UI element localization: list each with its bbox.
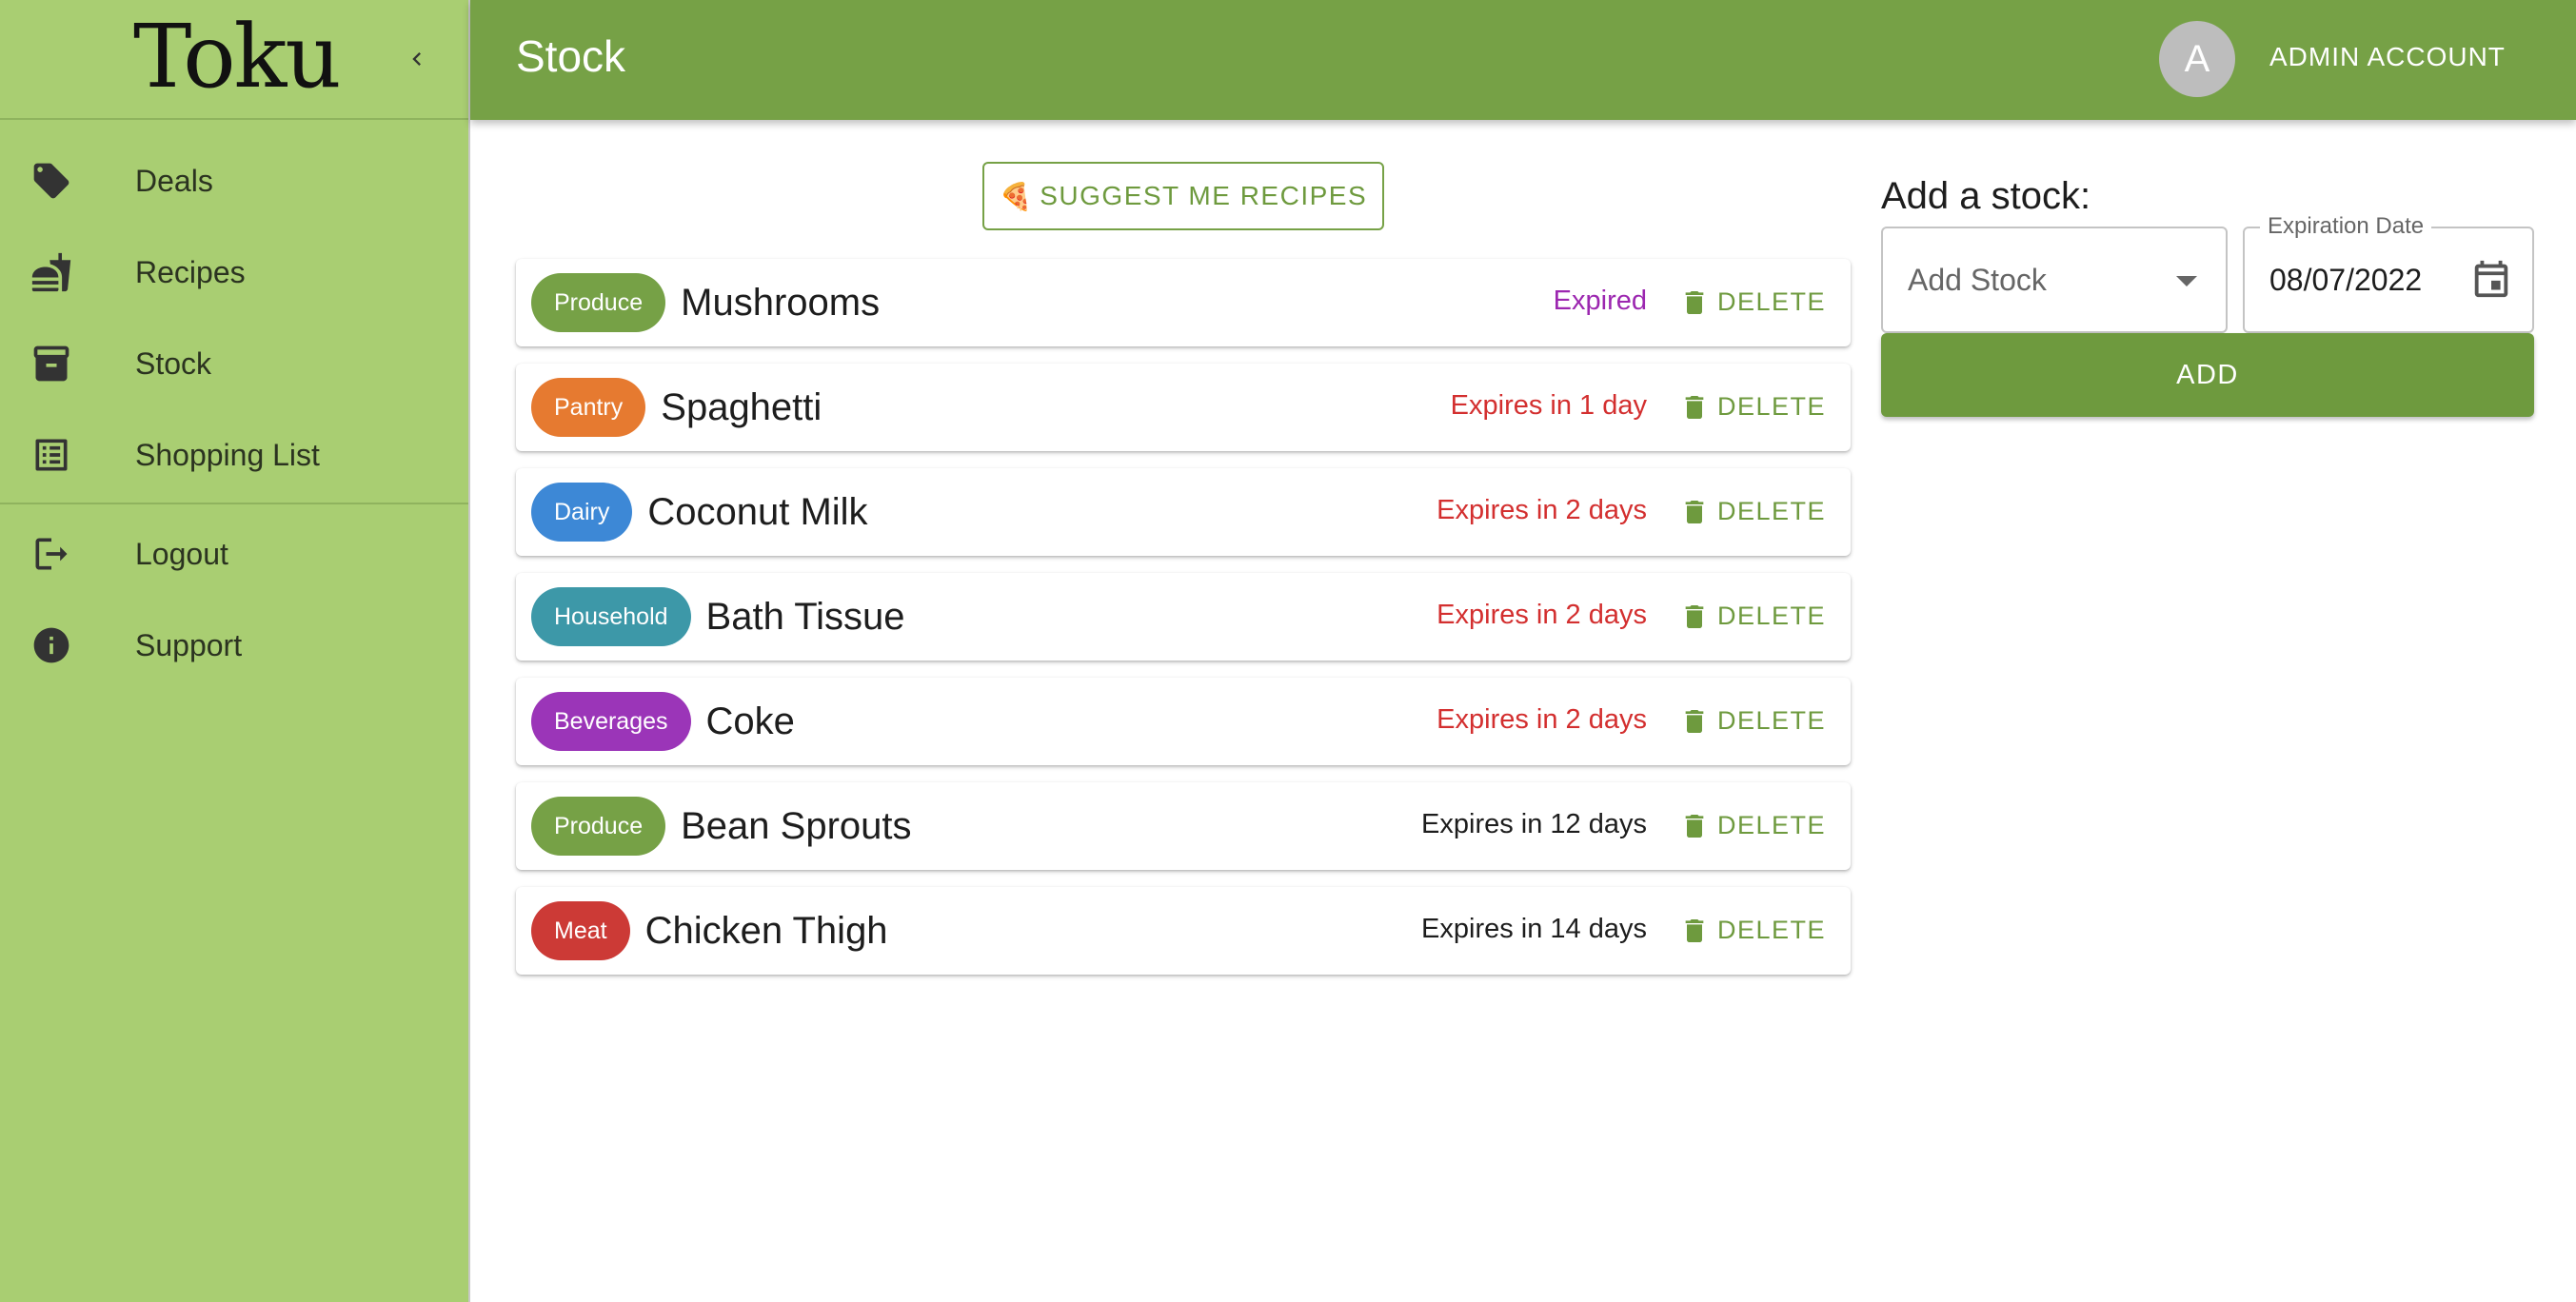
- trash-icon[interactable]: [1679, 914, 1710, 948]
- fastfood-icon: [30, 251, 72, 293]
- archive-box-icon: [30, 343, 72, 385]
- suggest-recipes-button[interactable]: 🍕 SUGGEST ME RECIPES: [982, 162, 1384, 230]
- trash-icon[interactable]: [1679, 286, 1710, 320]
- add-button[interactable]: ADD: [1881, 333, 2534, 417]
- dropdown-arrow-icon: [2176, 276, 2197, 286]
- sidebar-item-deals[interactable]: Deals: [0, 135, 468, 227]
- stock-item-name: Coconut Milk: [647, 490, 868, 533]
- brand-logo[interactable]: Toku: [133, 6, 342, 108]
- delete-button[interactable]: DELETE: [1717, 811, 1826, 840]
- list-icon: [30, 434, 72, 476]
- calendar-icon[interactable]: [2469, 257, 2513, 301]
- category-chip: Pantry: [531, 378, 646, 437]
- stock-item-row: Meat Chicken Thigh Expires in 14 days DE…: [516, 887, 1851, 975]
- trash-icon[interactable]: [1679, 600, 1710, 634]
- delete-button[interactable]: DELETE: [1717, 706, 1826, 736]
- delete-button[interactable]: DELETE: [1717, 392, 1826, 422]
- sidebar-item-label: Stock: [135, 345, 212, 381]
- stock-item-name: Coke: [705, 700, 795, 742]
- stock-item-name: Chicken Thigh: [644, 909, 888, 952]
- delete-button[interactable]: DELETE: [1717, 497, 1826, 526]
- sidebar-item-shopping-list[interactable]: Shopping List: [0, 409, 468, 501]
- sidebar-item-recipes[interactable]: Recipes: [0, 227, 468, 318]
- category-chip: Household: [531, 587, 691, 646]
- stock-item-name: Mushrooms: [681, 281, 881, 324]
- sidebar-item-stock[interactable]: Stock: [0, 318, 468, 409]
- page-title: Stock: [516, 31, 626, 81]
- expiry-status: Expires in 2 days: [1437, 704, 1647, 735]
- category-chip: Meat: [531, 901, 630, 960]
- expiry-status: Expires in 12 days: [1421, 809, 1647, 839]
- add-stock-select[interactable]: Add Stock: [1881, 227, 2228, 333]
- stock-item-row: Pantry Spaghetti Expires in 1 day DELETE: [516, 364, 1851, 451]
- tag-icon: [30, 160, 72, 202]
- account-menu-button[interactable]: ADMIN ACCOUNT: [2269, 42, 2506, 72]
- sidebar-item-label: Logout: [135, 536, 228, 571]
- trash-icon[interactable]: [1679, 390, 1710, 424]
- delete-button[interactable]: DELETE: [1717, 287, 1826, 317]
- category-chip: Produce: [531, 273, 666, 332]
- expiry-status: Expires in 14 days: [1421, 914, 1647, 944]
- stock-item-row: Dairy Coconut Milk Expires in 2 days DEL…: [516, 468, 1851, 556]
- pizza-icon: 🍕: [999, 181, 1035, 211]
- add-stock-title: Add a stock:: [1881, 175, 2091, 217]
- category-chip: Beverages: [531, 692, 691, 751]
- avatar[interactable]: A: [2159, 21, 2235, 97]
- stock-list: Produce Mushrooms Expired DELETE Pantry …: [516, 259, 1851, 992]
- trash-icon[interactable]: [1679, 704, 1710, 739]
- sidebar: Toku Deals Recipes Stock Shopping List L…: [0, 0, 470, 1302]
- brand-header: Toku: [0, 0, 468, 120]
- sidebar-item-support[interactable]: Support: [0, 600, 468, 691]
- delete-button[interactable]: DELETE: [1717, 916, 1826, 945]
- trash-icon[interactable]: [1679, 809, 1710, 843]
- expiry-status: Expired: [1553, 286, 1647, 316]
- sidebar-divider: [0, 503, 468, 504]
- sidebar-item-label: Recipes: [135, 254, 246, 289]
- add-stock-panel: Add a stock: Add Stock Expiration Date 0…: [1881, 164, 2534, 417]
- sidebar-nav: Deals Recipes Stock Shopping List Logout…: [0, 120, 468, 691]
- collapse-sidebar-button[interactable]: [394, 36, 440, 82]
- category-chip: Dairy: [531, 483, 633, 542]
- expiry-status: Expires in 2 days: [1437, 495, 1647, 525]
- expiration-date-label: Expiration Date: [2260, 213, 2432, 240]
- sidebar-item-label: Deals: [135, 163, 213, 198]
- category-chip: Produce: [531, 797, 666, 856]
- stock-item-name: Bath Tissue: [705, 595, 905, 638]
- stock-item-name: Spaghetti: [661, 385, 822, 428]
- expiry-status: Expires in 2 days: [1437, 600, 1647, 630]
- logout-icon: [30, 533, 72, 575]
- sidebar-item-label: Support: [135, 627, 243, 662]
- expiration-date-field[interactable]: Expiration Date 08/07/2022: [2243, 213, 2534, 333]
- stock-item-row: Produce Mushrooms Expired DELETE: [516, 259, 1851, 346]
- delete-button[interactable]: DELETE: [1717, 602, 1826, 631]
- expiry-status: Expires in 1 day: [1450, 390, 1647, 421]
- sidebar-item-label: Shopping List: [135, 437, 320, 472]
- suggest-recipes-label: SUGGEST ME RECIPES: [1040, 181, 1368, 210]
- stock-item-row: Household Bath Tissue Expires in 2 days …: [516, 573, 1851, 661]
- trash-icon[interactable]: [1679, 495, 1710, 529]
- expiration-date-value: 08/07/2022: [2269, 263, 2423, 297]
- sidebar-item-logout[interactable]: Logout: [0, 508, 468, 600]
- chevron-left-icon: [412, 52, 421, 66]
- add-stock-placeholder: Add Stock: [1908, 263, 2047, 297]
- stock-item-row: Beverages Coke Expires in 2 days DELETE: [516, 678, 1851, 765]
- stock-item-row: Produce Bean Sprouts Expires in 12 days …: [516, 782, 1851, 870]
- info-icon: [30, 624, 72, 666]
- stock-item-name: Bean Sprouts: [681, 804, 912, 847]
- top-app-bar: Stock A ADMIN ACCOUNT: [470, 0, 2576, 120]
